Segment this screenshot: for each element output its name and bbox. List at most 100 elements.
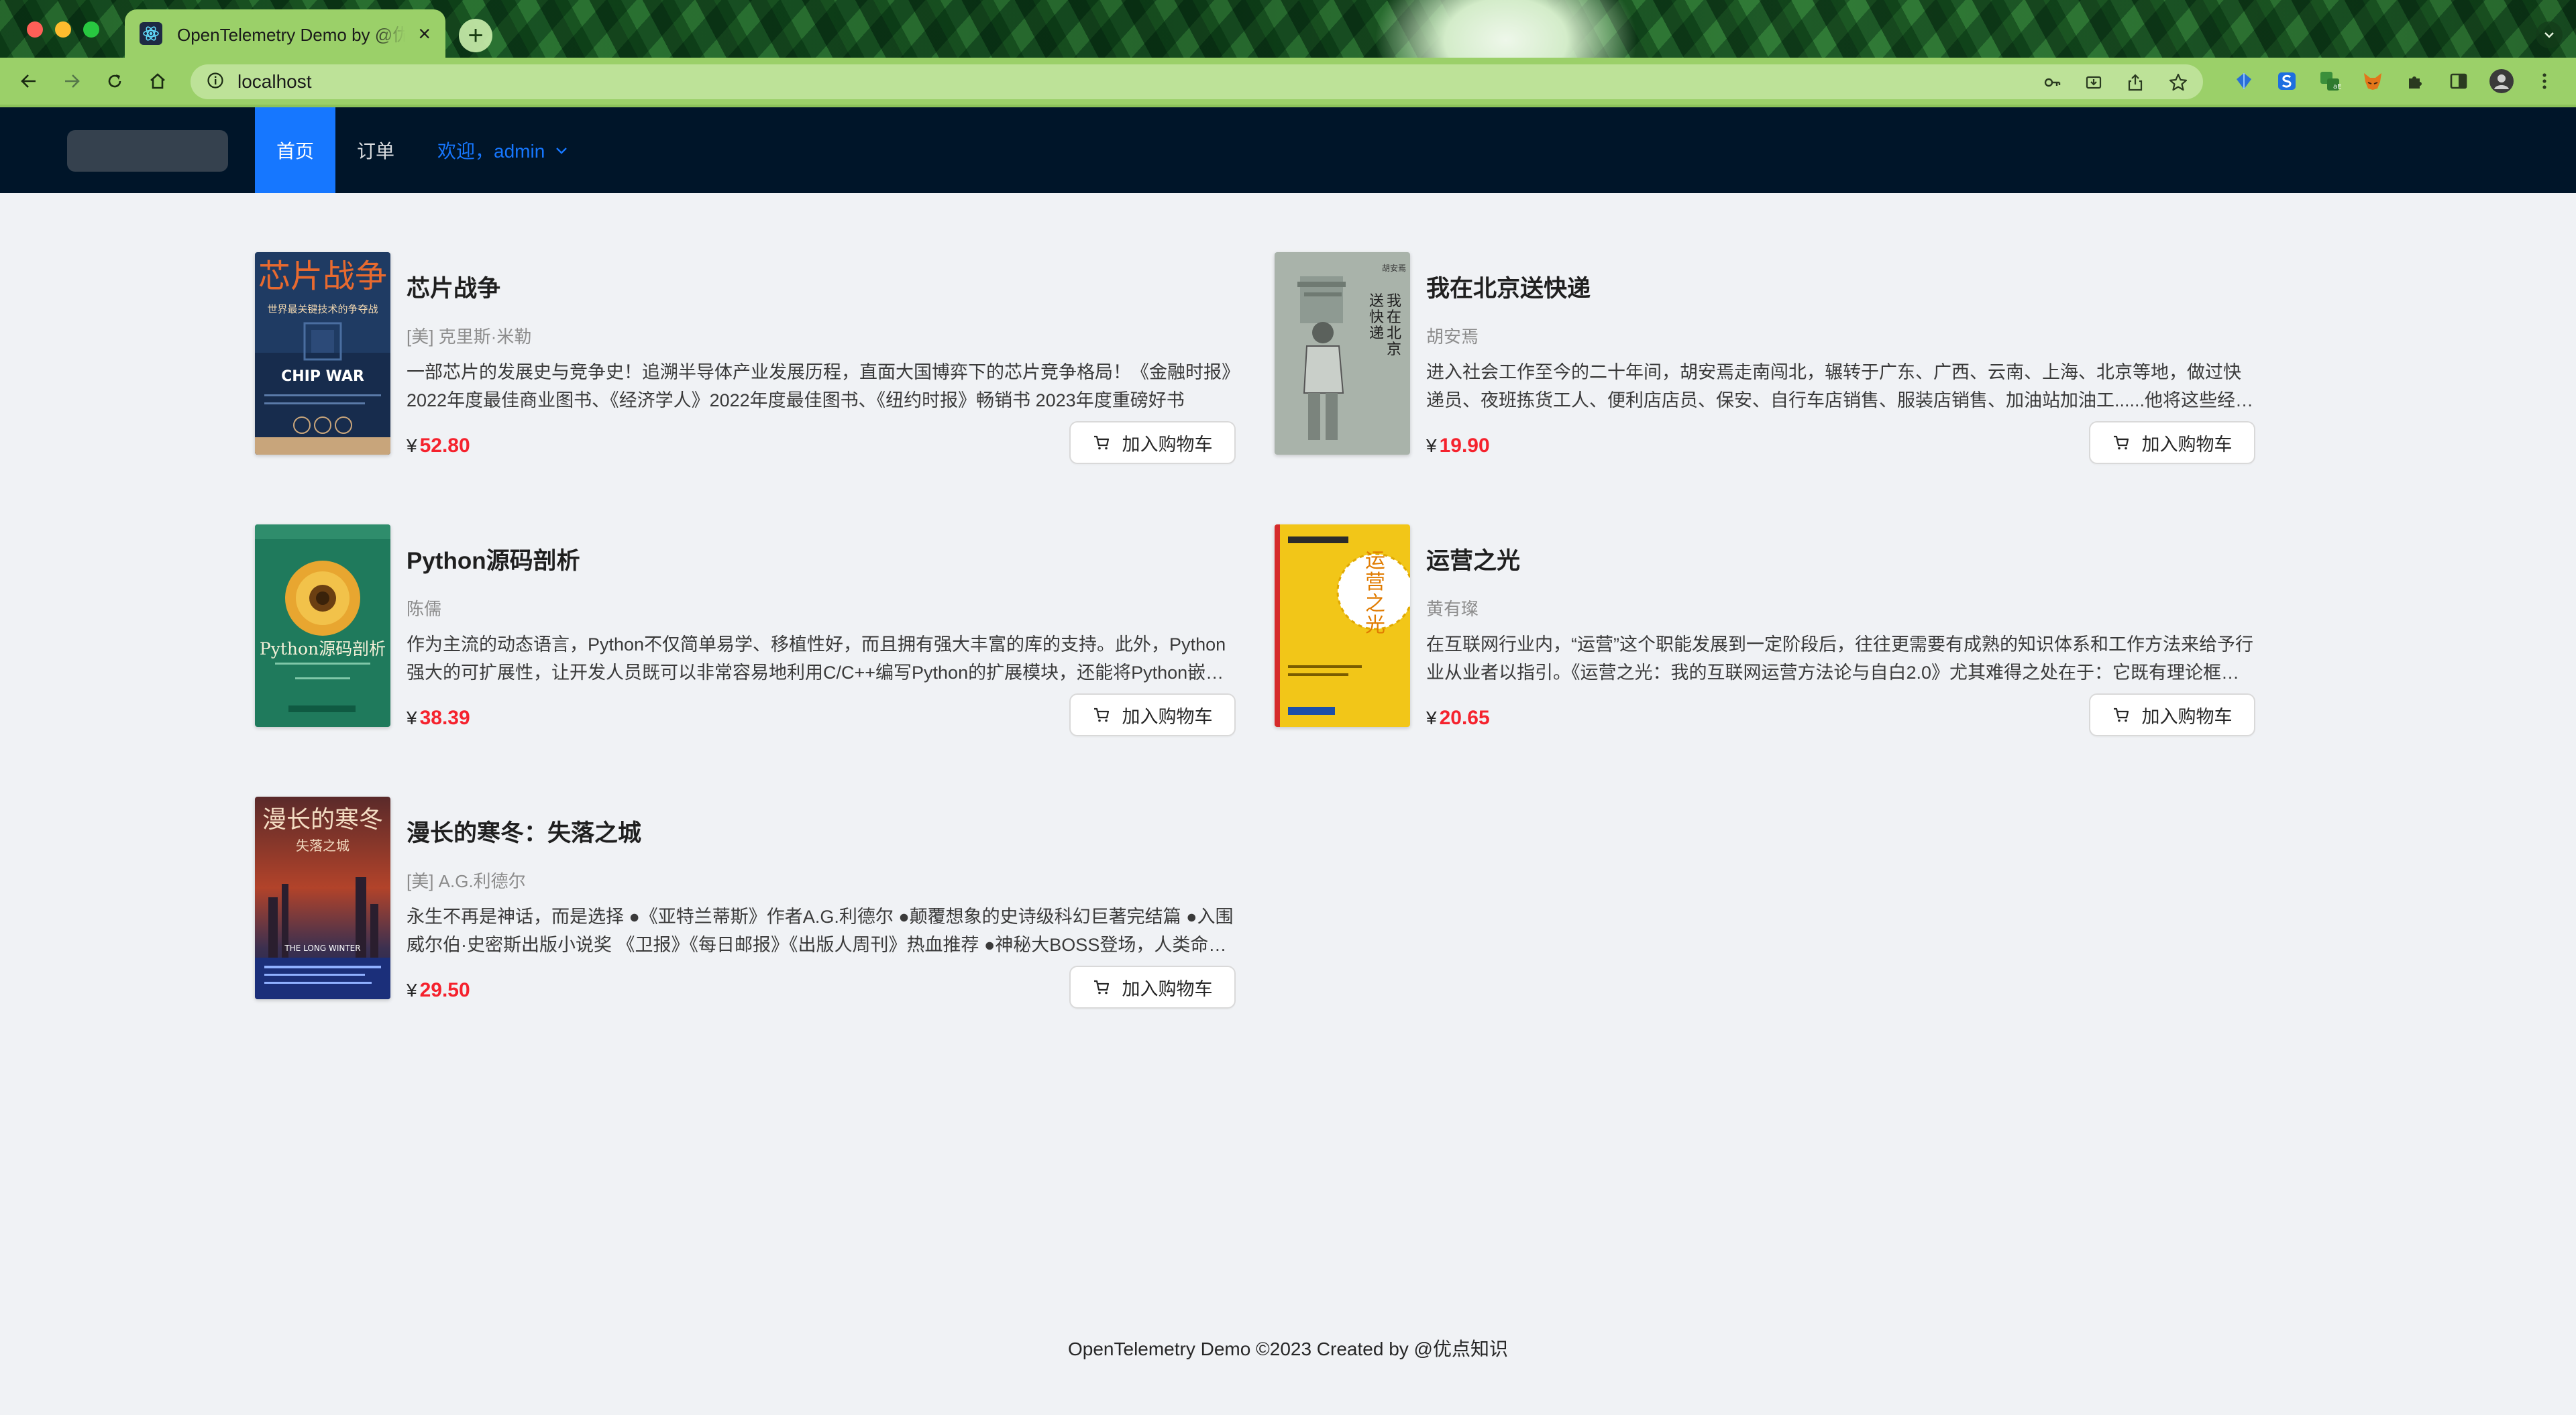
- product-price: ¥20.65: [1426, 707, 1490, 730]
- product-card: Python源码剖析 Python源码剖析 陈儒 作为主流的动态语言，Pytho…: [255, 524, 1236, 736]
- product-description: 一部芯片的发展史与竞争史！追溯半导体产业发展历程，直面大国博弈下的芯片竞争格局！…: [407, 362, 1231, 410]
- svg-text:之: 之: [1365, 592, 1385, 616]
- product-price: ¥38.39: [407, 707, 470, 730]
- shopping-cart-icon: [1093, 435, 1109, 450]
- cover-title-vertical: 运营之光: [1365, 549, 1385, 637]
- shopping-cart-icon: [2113, 708, 2129, 722]
- add-to-cart-label: 加入购物车: [1122, 434, 1213, 455]
- product-description: 在互联网行业内，“运营”这个职能发展到一定阶段后，往往更需要有成熟的知识体系和工…: [1426, 634, 2253, 683]
- currency-symbol: ¥: [1426, 435, 1437, 456]
- browser-chrome: OpenTelemetry Demo by @优点知识 × + localhos…: [0, 0, 2576, 107]
- install-app-icon[interactable]: [2084, 72, 2104, 93]
- product-title[interactable]: 我在北京送快递: [1426, 270, 1591, 304]
- add-to-cart-button[interactable]: 加入购物车: [2089, 421, 2255, 464]
- reload-icon[interactable]: [99, 66, 130, 97]
- shopping-cart-icon: [1093, 708, 1109, 722]
- tab-close-icon[interactable]: ×: [418, 23, 431, 44]
- svg-text:营: 营: [1365, 571, 1385, 594]
- book-cover-operations-light[interactable]: 运营之光: [1275, 524, 1410, 727]
- browser-menu-icon[interactable]: [2530, 67, 2559, 95]
- react-favicon-icon: [140, 22, 162, 45]
- product-author: [美] A.G.利德尔: [407, 871, 526, 891]
- add-to-cart-button[interactable]: 加入购物车: [1069, 693, 1236, 736]
- svg-text:运: 运: [1365, 549, 1385, 573]
- share-icon[interactable]: [2125, 72, 2145, 93]
- currency-symbol: ¥: [407, 435, 417, 456]
- bookmark-star-icon[interactable]: [2168, 72, 2188, 93]
- password-key-icon[interactable]: [2042, 72, 2062, 93]
- product-author: 黄有璨: [1426, 599, 1479, 619]
- currency-symbol: ¥: [407, 980, 417, 1001]
- user-menu[interactable]: 欢迎，admin: [424, 107, 585, 193]
- svg-text:芯片战争: 芯片战争: [258, 258, 387, 295]
- svg-text:失落之城: 失落之城: [296, 838, 350, 854]
- back-arrow-icon[interactable]: [13, 66, 44, 97]
- shopping-cart-icon: [2113, 435, 2129, 450]
- browser-tab-active[interactable]: OpenTelemetry Demo by @优点知识 ×: [125, 9, 445, 58]
- svg-text:快: 快: [1369, 309, 1384, 326]
- book-cover-long-winter[interactable]: 漫长的寒冬 失落之城 THE LONG WINTER: [255, 797, 390, 999]
- currency-symbol: ¥: [1426, 708, 1437, 728]
- home-icon[interactable]: [142, 66, 173, 97]
- add-to-cart-button[interactable]: 加入购物车: [1069, 421, 1236, 464]
- svg-text:aE: aE: [2333, 83, 2341, 91]
- side-panel-icon[interactable]: [2445, 67, 2473, 95]
- url-text: localhost: [237, 71, 312, 92]
- extensions-puzzle-icon[interactable]: [2402, 67, 2430, 95]
- site-info-icon[interactable]: [207, 72, 224, 93]
- svg-text:北: 北: [1387, 325, 1401, 342]
- product-author: 胡安焉: [1426, 327, 1479, 347]
- currency-symbol: ¥: [407, 708, 417, 728]
- address-bar[interactable]: localhost: [191, 64, 2203, 99]
- svg-text:胡安焉: 胡安焉: [1382, 263, 1406, 273]
- new-tab-button[interactable]: +: [459, 19, 492, 52]
- add-to-cart-button[interactable]: 加入购物车: [2089, 693, 2255, 736]
- app-header: 首页 订单 欢迎，admin: [0, 107, 2576, 193]
- nav-item-orders[interactable]: 订单: [335, 107, 416, 193]
- svg-text:漫长的寒冬: 漫长的寒冬: [262, 806, 383, 834]
- svg-text:京: 京: [1387, 341, 1401, 358]
- window-close-button[interactable]: [27, 21, 43, 38]
- product-title[interactable]: 芯片战争: [407, 270, 500, 304]
- svg-text:光: 光: [1365, 614, 1385, 637]
- price-value: 19.90: [1439, 435, 1490, 457]
- svg-text:送: 送: [1369, 293, 1384, 310]
- svg-text:Python源码剖析: Python源码剖析: [260, 639, 386, 659]
- extension-translate-icon[interactable]: aE: [2316, 67, 2344, 95]
- svg-text:在: 在: [1387, 309, 1401, 326]
- book-cover-python-source[interactable]: Python源码剖析: [255, 524, 390, 727]
- product-title[interactable]: Python源码剖析: [407, 542, 580, 576]
- extension-map-pin-icon[interactable]: [2230, 67, 2258, 95]
- forward-arrow-icon[interactable]: [56, 66, 87, 97]
- product-description: 作为主流的动态语言，Python不仅简单易学、移植性好，而且拥有强大丰富的库的支…: [407, 634, 1226, 683]
- product-price: ¥19.90: [1426, 435, 1490, 457]
- product-card: 我在北京送快递 胡安焉 我在北京送快递 胡安焉 进入社会工作至今的二十年间，胡安…: [1275, 252, 2255, 464]
- add-to-cart-button[interactable]: 加入购物车: [1069, 966, 1236, 1009]
- product-title[interactable]: 漫长的寒冬：失落之城: [407, 814, 641, 848]
- profile-avatar-icon[interactable]: [2487, 67, 2516, 95]
- product-price: ¥52.80: [407, 435, 470, 457]
- extension-fox-icon[interactable]: [2359, 67, 2387, 95]
- product-title[interactable]: 运营之光: [1426, 542, 1520, 576]
- user-menu-label: 欢迎，admin: [437, 141, 545, 162]
- book-cover-beijing-courier[interactable]: 我在北京 送快递 胡安焉: [1275, 252, 1410, 455]
- product-card: 运营之光 运营之光 黄有璨 在互联网行业内，“运营”这个职能发展到一定阶段后，往…: [1275, 524, 2255, 736]
- browser-toolbar: localhost aE: [0, 58, 2576, 105]
- window-maximize-button[interactable]: [83, 21, 99, 38]
- tab-strip: OpenTelemetry Demo by @优点知识 × +: [0, 0, 2576, 58]
- product-list: 芯片战争 世界最关键技术的争夺战 CHIP WAR 芯片战争 [美] 克里斯·米…: [0, 193, 2576, 1306]
- tab-search-icon[interactable]: [2536, 21, 2563, 48]
- product-card: 漫长的寒冬 失落之城 THE LONG WINTER 漫长的寒冬：失落之城 [美…: [255, 797, 1236, 1009]
- tab-title: OpenTelemetry Demo by @优点知识: [177, 24, 405, 45]
- price-value: 29.50: [419, 979, 470, 1001]
- product-description: 进入社会工作至今的二十年间，胡安焉走南闯北，辗转于广东、广西、云南、上海、北京等…: [1426, 362, 2254, 410]
- extension-s-icon[interactable]: [2273, 67, 2301, 95]
- logo-placeholder[interactable]: [67, 130, 228, 172]
- window-minimize-button[interactable]: [55, 21, 71, 38]
- chevron-down-icon: [556, 148, 568, 154]
- nav-item-home[interactable]: 首页: [255, 107, 335, 193]
- svg-text:我: 我: [1387, 293, 1401, 310]
- product-price: ¥29.50: [407, 979, 470, 1002]
- add-to-cart-label: 加入购物车: [1122, 706, 1213, 727]
- book-cover-chip-war[interactable]: 芯片战争 世界最关键技术的争夺战 CHIP WAR: [255, 252, 390, 455]
